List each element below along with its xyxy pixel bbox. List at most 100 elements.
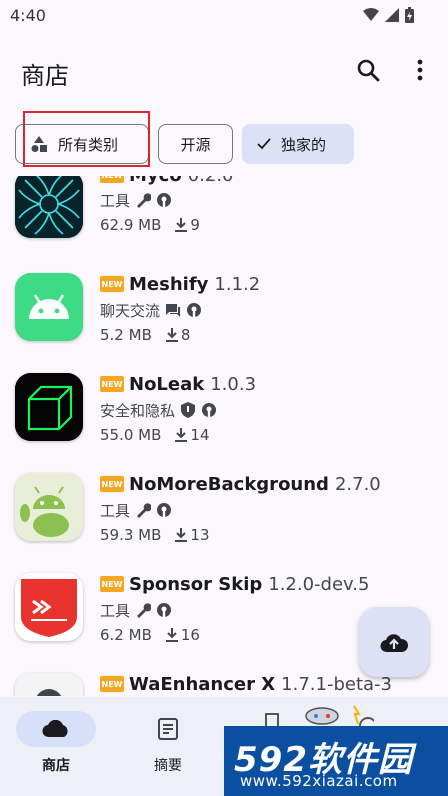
download-count: 9 [175, 216, 200, 234]
app-meta-line: 62.9 MB 9 [100, 214, 200, 236]
wrench-icon [135, 502, 152, 518]
app-meta-line: 59.3 MB 13 [100, 524, 210, 546]
upload-fab[interactable] [359, 607, 429, 677]
cloud-icon [42, 720, 68, 738]
app-category-line: 安全和隐私 [100, 399, 217, 421]
app-size: 5.2 MB [100, 326, 152, 344]
shield-icon [180, 402, 196, 418]
new-badge: NEW [100, 276, 124, 292]
app-category: 安全和隐私 [100, 401, 176, 420]
list-item[interactable]: NEW Myco 0.2.0 工具 62.9 MB 9 [0, 176, 448, 266]
app-name-line: NEW Sponsor Skip 1.2.0-dev.5 [100, 572, 369, 596]
status-icons [363, 7, 414, 23]
app-name: Myco [129, 176, 182, 186]
wrench-icon [135, 192, 152, 208]
download-icon [175, 428, 188, 442]
filter-chips: 所有类别 开源 独家的 [15, 124, 354, 164]
open-source-icon [186, 302, 202, 318]
wrench-icon [135, 602, 152, 618]
battery-icon [405, 7, 414, 23]
status-bar: 4:40 [0, 0, 448, 32]
open-source-icon [201, 402, 217, 418]
app-size: 6.2 MB [100, 626, 152, 644]
summary-icon [158, 718, 178, 740]
chip-open-source[interactable]: 开源 [158, 124, 233, 164]
search-icon [357, 59, 380, 82]
app-icon-sponsor-skip [15, 573, 83, 641]
app-name-line: NEW WaEnhancer X 1.7.1-beta-3 [100, 672, 392, 696]
app-icon-noleak [15, 373, 83, 441]
nav-label: 摘要 [154, 758, 182, 774]
new-badge: NEW [100, 376, 124, 392]
app-name-line: NEW Meshify 1.1.2 [100, 272, 260, 296]
open-source-icon [156, 192, 172, 208]
app-version: 1.0.3 [210, 373, 257, 395]
app-icon-myco [15, 176, 83, 238]
list-item[interactable]: NEW NoMoreBackground 2.7.0 工具 59.3 MB 13 [0, 466, 448, 566]
app-version: 0.2.0 [188, 176, 234, 186]
top-app-bar: 商店 [0, 44, 448, 100]
signal-icon [385, 8, 399, 22]
app-category-line: 工具 [100, 599, 172, 621]
app-category: 工具 [100, 501, 131, 520]
app-meta-line: 6.2 MB 16 [100, 624, 200, 646]
category-icon [30, 135, 48, 153]
app-icon-waenhancer [15, 673, 83, 696]
new-badge: NEW [100, 176, 124, 183]
status-time: 4:40 [10, 6, 46, 25]
app-size: 62.9 MB [100, 216, 162, 234]
chip-label: 开源 [180, 135, 211, 154]
new-badge: NEW [100, 576, 124, 592]
app-meta-line: 55.0 MB 14 [100, 424, 210, 446]
app-name: NoLeak [129, 373, 205, 395]
chat-icon [165, 302, 181, 318]
nav-summary[interactable]: 摘要 [123, 711, 213, 775]
app-icon-nomorebackground [15, 473, 83, 541]
watermark-url: www.592xiazai.com [240, 772, 398, 790]
app-size: 59.3 MB [100, 526, 162, 544]
download-count: 13 [175, 526, 210, 544]
new-badge: NEW [100, 476, 124, 492]
search-button[interactable] [354, 56, 382, 84]
download-icon [165, 628, 178, 642]
app-category: 工具 [100, 601, 131, 620]
chip-label: 独家的 [281, 135, 327, 154]
app-category-line: 工具 [100, 499, 172, 521]
more-vert-icon [417, 59, 423, 81]
app-name-line: NEW Myco 0.2.0 [100, 176, 234, 187]
gamepad-decoration [265, 705, 374, 728]
app-category-line: 工具 [100, 189, 172, 211]
app-category: 工具 [100, 191, 131, 210]
app-category-line: 聊天交流 [100, 299, 202, 321]
check-icon [257, 138, 271, 150]
app-icon-meshify [15, 273, 83, 341]
chip-all-categories[interactable]: 所有类别 [15, 124, 149, 164]
app-version: 2.7.0 [334, 473, 381, 495]
cloud-upload-icon [380, 634, 408, 653]
download-count: 8 [165, 326, 190, 344]
app-version: 1.2.0-dev.5 [268, 573, 370, 595]
app-name: Sponsor Skip [129, 573, 263, 595]
download-icon [175, 528, 188, 542]
nav-store[interactable]: 商店 [11, 711, 101, 775]
app-name-line: NEW NoMoreBackground 2.7.0 [100, 472, 381, 496]
app-name-line: NEW NoLeak 1.0.3 [100, 372, 256, 396]
chip-exclusive[interactable]: 独家的 [242, 124, 354, 164]
new-badge: NEW [100, 676, 124, 692]
wifi-icon [363, 8, 379, 21]
download-count: 16 [165, 626, 200, 644]
watermark: 592软件园 www.592xiazai.com [224, 726, 448, 796]
app-version: 1.1.2 [214, 273, 261, 295]
list-item[interactable]: NEW NoLeak 1.0.3 安全和隐私 55.0 MB 14 [0, 366, 448, 466]
open-source-icon [156, 502, 172, 518]
more-options-button[interactable] [406, 56, 434, 84]
app-meta-line: 5.2 MB 8 [100, 324, 190, 346]
nav-label: 商店 [42, 758, 70, 774]
app-name: NoMoreBackground [129, 473, 329, 495]
nav-indicator [16, 711, 96, 747]
chip-label: 所有类别 [58, 135, 119, 154]
download-icon [165, 328, 178, 342]
list-item[interactable]: NEW Meshify 1.1.2 聊天交流 5.2 MB 8 [0, 266, 448, 366]
nav-indicator [128, 711, 208, 747]
download-icon [175, 218, 188, 232]
